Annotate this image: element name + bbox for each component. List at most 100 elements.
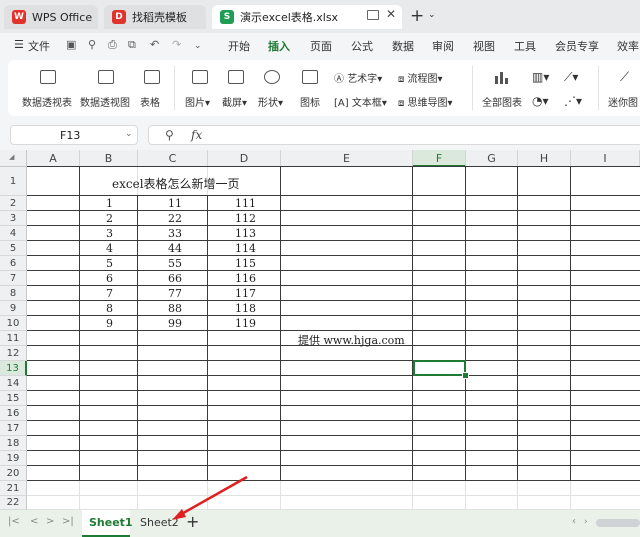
menu-efficiency[interactable]: 效率 <box>617 38 639 54</box>
tab-label: WPS Office <box>32 10 93 24</box>
row-header[interactable]: 5 <box>0 241 27 256</box>
column-header[interactable]: B <box>80 150 138 167</box>
row-header[interactable]: 12 <box>0 346 27 361</box>
art-text-label: 艺术字 <box>347 74 378 85</box>
column-header[interactable]: H <box>518 150 571 167</box>
pivot-chart-button[interactable]: 数据透视图 <box>80 94 130 109</box>
add-sheet-button[interactable]: + <box>186 512 199 531</box>
chevron-down-icon[interactable]: ⌄ <box>428 10 436 20</box>
pie-chart-dropdown[interactable]: ◔▾ <box>532 94 549 108</box>
tab-template[interactable]: D 找稻壳模板 <box>104 5 206 29</box>
next-sheet-icon[interactable]: > <box>46 516 54 527</box>
name-box[interactable]: F13 ⌄ <box>10 125 138 145</box>
column-header[interactable]: C <box>138 150 208 167</box>
active-cell-selection[interactable] <box>413 360 466 376</box>
sheet-tab-sheet2[interactable]: Sheet2 <box>132 510 180 537</box>
row-header[interactable]: 19 <box>0 451 27 466</box>
more-chevron-icon[interactable]: ⌄ <box>194 41 202 51</box>
export-icon[interactable]: ⧉ <box>128 38 136 52</box>
row-header[interactable]: 9 <box>0 301 27 316</box>
save-icon[interactable]: ▣ <box>66 38 76 51</box>
formula-input[interactable]: ⚲ fx <box>148 125 640 145</box>
menu-insert[interactable]: 插入 <box>268 38 290 54</box>
sheet-tab-sheet1[interactable]: Sheet1 <box>82 510 133 537</box>
column-header[interactable]: G <box>466 150 518 167</box>
column-header[interactable]: D <box>208 150 281 167</box>
zoom-formula-icon[interactable]: ⚲ <box>165 128 174 142</box>
row-header[interactable]: 11 <box>0 331 27 346</box>
pivot-table-button[interactable]: 数据透视表 <box>22 94 72 109</box>
scatter-chart-dropdown[interactable]: ⋰▾ <box>564 94 582 108</box>
column-header[interactable]: I <box>571 150 640 167</box>
menu-page[interactable]: 页面 <box>310 38 332 54</box>
window-mode-icon[interactable] <box>367 10 379 20</box>
menu-formula[interactable]: 公式 <box>351 38 373 54</box>
prev-sheet-icon[interactable]: < <box>30 516 38 527</box>
menu-start[interactable]: 开始 <box>228 38 250 54</box>
last-sheet-icon[interactable]: >| <box>62 516 74 527</box>
table-button[interactable]: 表格 <box>140 94 160 109</box>
column-header[interactable]: A <box>27 150 80 167</box>
row-header[interactable]: 14 <box>0 376 27 391</box>
art-text-button[interactable]: Ⓐ 艺术字▾ <box>334 70 382 85</box>
print-icon[interactable]: ⎙ <box>108 38 117 52</box>
row-header[interactable]: 18 <box>0 436 27 451</box>
textbox-button[interactable]: [A] 文本框▾ <box>334 94 387 109</box>
close-tab-icon[interactable]: ✕ <box>386 7 396 21</box>
tab-label: 演示excel表格.xlsx <box>240 11 339 24</box>
menu-view[interactable]: 视图 <box>473 38 495 54</box>
menu-review[interactable]: 审阅 <box>432 38 454 54</box>
screenshot-button[interactable]: 截屏▾ <box>222 94 247 109</box>
sparkline-icon: ⟋ <box>620 70 630 85</box>
row-header[interactable]: 21 <box>0 481 27 496</box>
tab-wps-office[interactable]: W WPS Office <box>4 5 98 29</box>
sparkline-button[interactable]: 迷你图 <box>608 94 638 109</box>
row-header[interactable]: 1 <box>0 167 27 196</box>
tab-document[interactable]: S 演示excel表格.xlsx ✕ <box>212 5 402 29</box>
row-header[interactable]: 15 <box>0 391 27 406</box>
row-header[interactable]: 4 <box>0 226 27 241</box>
row-header[interactable]: 20 <box>0 466 27 481</box>
hamburger-icon[interactable]: ☰ <box>14 38 24 51</box>
row-header[interactable]: 6 <box>0 256 27 271</box>
picture-button[interactable]: 图片▾ <box>185 94 210 109</box>
select-all-corner[interactable]: ◢ <box>0 150 27 167</box>
column-header[interactable]: E <box>281 150 413 167</box>
row-header[interactable]: 2 <box>0 196 27 211</box>
mindmap-button[interactable]: ⧈ 思维导图▾ <box>398 94 453 109</box>
bar-chart-icon <box>494 70 510 84</box>
link-icon[interactable]: ⚲ <box>88 38 96 51</box>
column-header[interactable]: F <box>413 150 466 167</box>
row-header[interactable]: 7 <box>0 271 27 286</box>
fx-icon[interactable]: fx <box>191 128 202 142</box>
scroll-right-icon[interactable]: › <box>584 517 588 527</box>
line-chart-dropdown[interactable]: ⟋▾ <box>564 70 578 85</box>
row-header[interactable]: 22 <box>0 496 27 510</box>
menu-data[interactable]: 数据 <box>392 38 414 54</box>
row-header[interactable]: 17 <box>0 421 27 436</box>
icon-button[interactable]: 图标 <box>300 94 320 109</box>
new-tab-icon[interactable]: + <box>410 6 424 26</box>
row-header[interactable]: 16 <box>0 406 27 421</box>
row-header[interactable]: 10 <box>0 316 27 331</box>
undo-icon[interactable]: ↶ <box>150 38 159 51</box>
name-box-chevron-icon[interactable]: ⌄ <box>125 129 133 139</box>
shape-button[interactable]: 形状▾ <box>258 94 283 109</box>
cell-text: 117 <box>235 287 256 300</box>
redo-icon[interactable]: ↷ <box>172 38 181 51</box>
first-sheet-icon[interactable]: |< <box>8 516 20 527</box>
fill-handle[interactable] <box>462 372 469 379</box>
row-header[interactable]: 3 <box>0 211 27 226</box>
menu-member[interactable]: 会员专享 <box>555 38 599 54</box>
menu-tools[interactable]: 工具 <box>514 38 536 54</box>
column-chart-dropdown[interactable]: ▥▾ <box>532 70 549 84</box>
row-header[interactable]: 13 <box>0 361 27 376</box>
scroll-left-icon[interactable]: ‹ <box>572 516 576 527</box>
flowchart-button[interactable]: ⧈ 流程图▾ <box>398 70 443 85</box>
horizontal-scrollbar[interactable] <box>596 519 640 527</box>
all-charts-button[interactable]: 全部图表 <box>482 94 522 109</box>
cell-text: 115 <box>235 257 256 270</box>
row-header[interactable]: 8 <box>0 286 27 301</box>
menu-file[interactable]: 文件 <box>28 38 50 54</box>
cell-text: 6 <box>106 272 113 285</box>
